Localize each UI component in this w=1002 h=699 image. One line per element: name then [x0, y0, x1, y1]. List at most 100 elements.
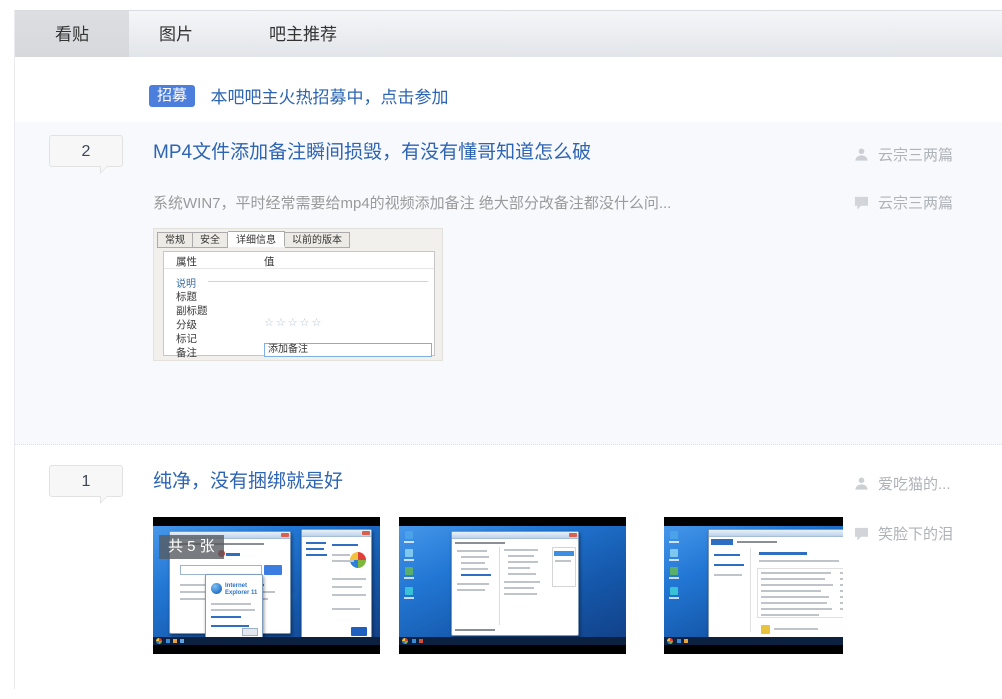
- photo-count-badge: 共 5 张: [159, 535, 224, 559]
- taskbar-icon: [684, 639, 688, 643]
- desktop-icon-label: [404, 577, 414, 579]
- decor-line: [761, 578, 825, 580]
- last-replier-name[interactable]: 云宗三两篇: [878, 192, 953, 213]
- dialog-tab-security: 安全: [193, 232, 228, 248]
- thumbnail-3[interactable]: [664, 517, 843, 654]
- dialog-col-value: 值: [264, 254, 275, 269]
- decor-line: [455, 629, 495, 631]
- author-name[interactable]: 云宗三两篇: [878, 144, 953, 165]
- decor-line: [461, 574, 491, 576]
- author-name[interactable]: 爱吃猫的...: [878, 473, 951, 494]
- forum-panel: 看贴 图片 吧主推荐 招募 本吧吧主火热招募中，点击参加 2 MP4文件添加备注…: [14, 10, 1002, 689]
- decor-line: [332, 544, 358, 546]
- thread-image-properties-dialog[interactable]: 常规 安全 详细信息 以前的版本 属性 值 说明 标题 副标题 分级 ☆☆☆☆☆…: [153, 228, 443, 361]
- decor-line: [774, 628, 818, 630]
- decor-line: [840, 602, 843, 604]
- reply-bubble-icon: [854, 527, 869, 541]
- thread-author: 云宗三两篇: [854, 144, 953, 165]
- decor-line: [504, 581, 540, 583]
- thread-row-1: 2 MP4文件添加备注瞬间损毁，有没有懂哥知道怎么破 系统WIN7，平时经常需要…: [15, 122, 1002, 445]
- mini-close-button: [569, 533, 577, 537]
- decor-line: [840, 590, 843, 592]
- taskbar-icon: [419, 639, 423, 643]
- mini-system-window: [301, 529, 372, 642]
- baidu-logo-blue: [226, 553, 240, 556]
- desktop-icon-label: [404, 559, 414, 561]
- comment-input: 添加备注: [264, 343, 432, 357]
- decor-line: [555, 560, 571, 562]
- desktop-icon-label: [404, 541, 414, 543]
- ie-logo-icon: [211, 583, 222, 594]
- mini-activate-button: [351, 627, 367, 636]
- start-orb: [667, 638, 673, 644]
- decor-line: [714, 554, 740, 556]
- decor-line: [332, 560, 354, 562]
- recruit-row: 招募 本吧吧主火热招募中，点击参加: [15, 57, 1002, 122]
- thread-title-link[interactable]: MP4文件添加备注瞬间损毁，有没有懂哥知道怎么破: [153, 141, 591, 164]
- mini-ie11-dialog: Internet Explorer 11: [205, 574, 263, 640]
- desktop-icon-label: [669, 577, 679, 579]
- decor-line: [211, 616, 241, 618]
- decor-line: [457, 589, 485, 591]
- decor-line: [455, 542, 505, 544]
- thread-title-link[interactable]: 纯净，没有捆绑就是好: [153, 470, 343, 493]
- last-replier-name[interactable]: 笑脸下的泪: [878, 523, 953, 544]
- tab-moderator-recommend[interactable]: 吧主推荐: [223, 11, 383, 57]
- desktop-icon: [405, 531, 413, 539]
- decor-line: [461, 556, 489, 558]
- mini-selected-row: [554, 551, 574, 556]
- decor-line: [737, 541, 777, 543]
- decor-line: [508, 573, 536, 575]
- dialog-details-pane: 属性 值 说明 标题 副标题 分级 ☆☆☆☆☆ 标记 备注 添加备注: [163, 251, 435, 356]
- decor-line: [461, 562, 485, 564]
- decor-line: [332, 586, 362, 588]
- mini-tree-pane: [455, 547, 500, 625]
- decor-line: [840, 596, 843, 598]
- dialog-tab-strip: 常规 安全 详细信息 以前的版本: [157, 232, 350, 248]
- dialog-section-divider: [208, 281, 428, 282]
- decor-line: [761, 614, 819, 616]
- dialog-col-property: 属性: [176, 254, 197, 269]
- taskbar-icon: [180, 639, 184, 643]
- decor-line: [761, 572, 831, 574]
- start-orb: [402, 638, 408, 644]
- decor-line: [457, 583, 489, 585]
- mini-shield-icon: [761, 625, 770, 634]
- dialog-tab-general: 常规: [157, 232, 193, 248]
- rating-stars: ☆☆☆☆☆: [264, 316, 323, 329]
- dialog-row-rating: 分级: [176, 317, 197, 332]
- desktop-icon: [670, 567, 678, 575]
- decor-line: [306, 554, 327, 556]
- decor-line: [840, 572, 843, 574]
- reply-count-badge: 1: [49, 465, 123, 497]
- taskbar-icon: [166, 639, 170, 643]
- dialog-row-subtitle: 副标题: [176, 303, 208, 318]
- decor-line: [761, 608, 832, 610]
- mini-nav-pane: [711, 548, 751, 632]
- thumbnail-1[interactable]: Internet Explorer 11 共 5 张: [153, 517, 380, 654]
- decor-line: [332, 578, 366, 580]
- mini-explorer-window: [451, 531, 579, 636]
- desktop-icon-label: [669, 597, 679, 599]
- decor-line: [761, 584, 833, 586]
- decor-line: [332, 608, 360, 610]
- thumbnail-2[interactable]: [399, 517, 626, 654]
- mini-taskbar: [399, 637, 626, 645]
- decor-line: [211, 603, 251, 605]
- taskbar-icon: [173, 639, 177, 643]
- decor-line: [840, 578, 843, 580]
- dialog-row-title: 标题: [176, 289, 197, 304]
- dialog-tab-previous-versions: 以前的版本: [285, 232, 350, 248]
- recruit-link[interactable]: 本吧吧主火热招募中，点击参加: [210, 88, 448, 107]
- decor-line: [761, 602, 827, 604]
- tab-images[interactable]: 图片: [129, 11, 223, 57]
- desktop-icon-label: [669, 541, 679, 543]
- mini-list-pane: [504, 547, 550, 625]
- mini-close-button: [281, 533, 289, 537]
- win7-desktop: [399, 526, 626, 645]
- decor-line: [714, 564, 744, 566]
- ie-dialog-caption: Internet Explorer 11: [225, 583, 259, 597]
- mini-heading-line: [759, 552, 807, 555]
- decor-line: [504, 587, 534, 589]
- tab-view-posts[interactable]: 看贴: [15, 11, 129, 57]
